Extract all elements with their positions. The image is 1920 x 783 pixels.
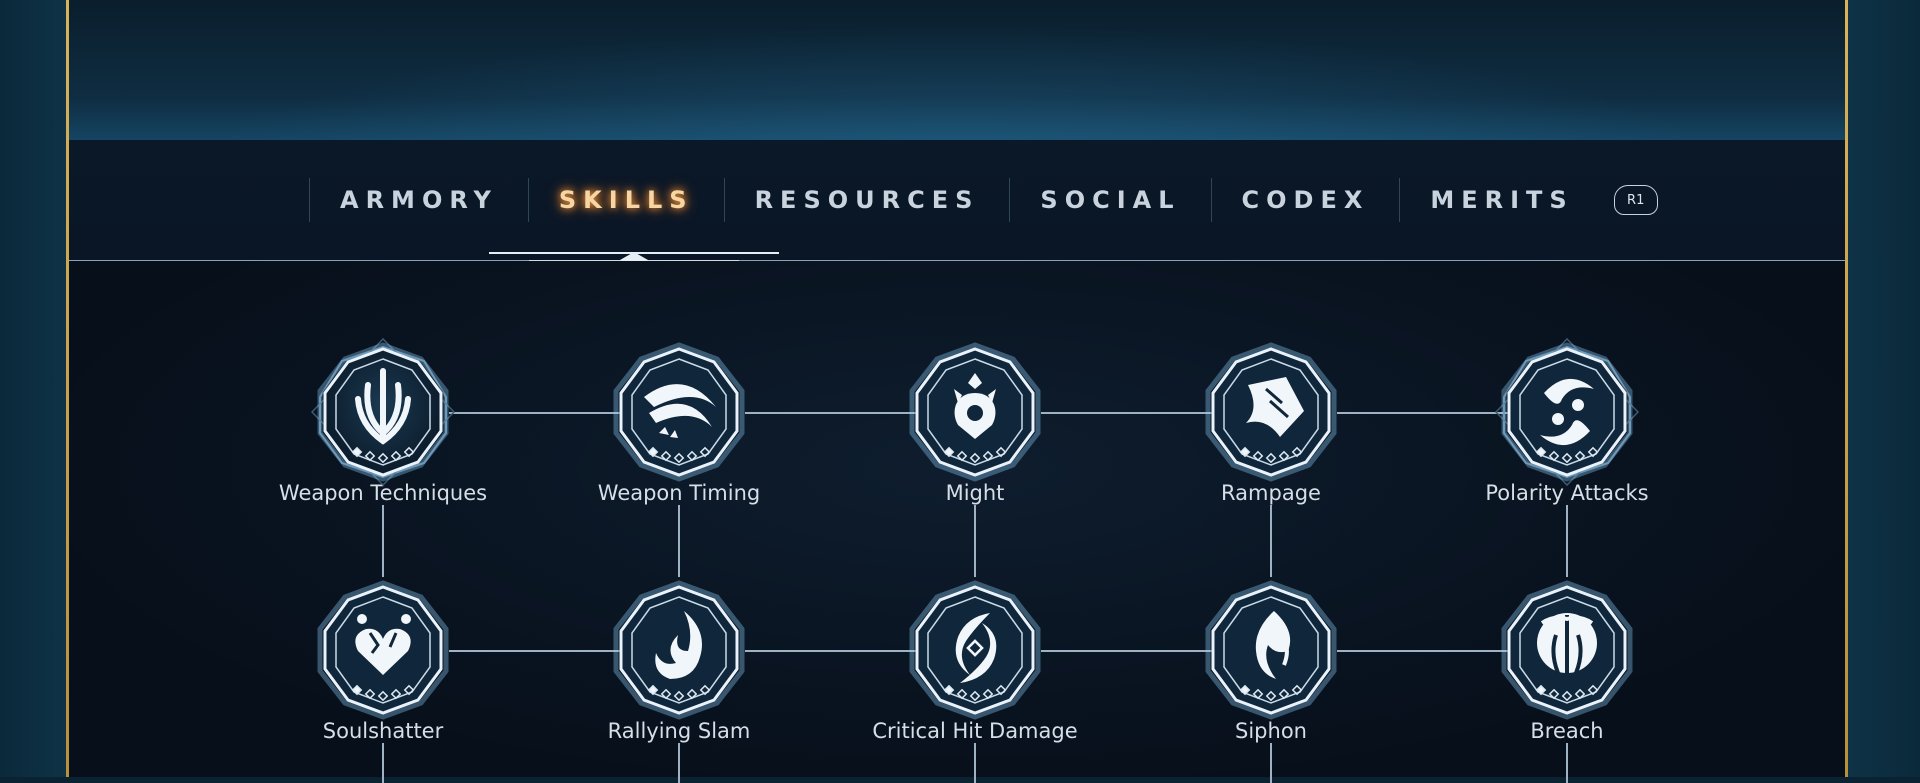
skill-node-siphon[interactable]: Siphon: [1121, 575, 1421, 743]
skill-badge: [604, 337, 754, 487]
left-side-panel: [0, 0, 66, 777]
connector-line: [1566, 505, 1568, 577]
skill-badge: [308, 337, 458, 487]
header-banner: [69, 0, 1845, 140]
right-gold-border: [1845, 0, 1848, 777]
skill-node-rallying-slam[interactable]: Rallying Slam: [529, 575, 829, 743]
skill-badge: [1492, 575, 1642, 725]
right-side-panel: [1848, 0, 1920, 777]
connector-line: [678, 505, 680, 577]
skill-node-soulshatter[interactable]: Soulshatter: [233, 575, 533, 743]
skill-badge: [604, 575, 754, 725]
connector-line: [974, 743, 976, 783]
connector-line: [1270, 743, 1272, 783]
connector-line: [382, 505, 384, 577]
skill-badge: [900, 575, 1050, 725]
skill-node-breach[interactable]: Breach: [1417, 575, 1717, 743]
skill-badge: [1492, 337, 1642, 487]
connector-line: [382, 743, 384, 783]
skill-tree: Weapon Techniques Weapon Timing Might Ra…: [69, 261, 1845, 783]
tab-list: ARMORY SKILLS RESOURCES SOCIAL CODEX MER…: [309, 178, 1658, 222]
skill-node-polarity-attacks[interactable]: Polarity Attacks: [1417, 337, 1717, 505]
skill-node-might[interactable]: Might: [825, 337, 1125, 505]
tab-armory[interactable]: ARMORY: [310, 178, 528, 222]
tab-resources[interactable]: RESOURCES: [725, 178, 1010, 222]
skill-badge: [1196, 575, 1346, 725]
skill-badge: [308, 575, 458, 725]
tab-merits[interactable]: MERITS: [1400, 178, 1603, 222]
tab-skills[interactable]: SKILLS: [529, 178, 724, 222]
connector-line: [1270, 505, 1272, 577]
connector-line: [974, 505, 976, 577]
connector-line: [1566, 743, 1568, 783]
skill-node-weapon-timing[interactable]: Weapon Timing: [529, 337, 829, 505]
tab-social[interactable]: SOCIAL: [1010, 178, 1210, 222]
r1-next-tab-button[interactable]: R1: [1613, 185, 1658, 215]
top-nav-bar: ARMORY SKILLS RESOURCES SOCIAL CODEX MER…: [69, 140, 1845, 261]
skill-node-critical-hit-damage[interactable]: Critical Hit Damage: [825, 575, 1125, 743]
tab-codex[interactable]: CODEX: [1212, 178, 1400, 222]
skill-node-rampage[interactable]: Rampage: [1121, 337, 1421, 505]
skill-badge: [1196, 337, 1346, 487]
skill-node-weapon-techniques[interactable]: Weapon Techniques: [233, 337, 533, 505]
menu-frame: ARMORY SKILLS RESOURCES SOCIAL CODEX MER…: [69, 0, 1845, 783]
skill-badge: [900, 337, 1050, 487]
connector-line: [678, 743, 680, 783]
